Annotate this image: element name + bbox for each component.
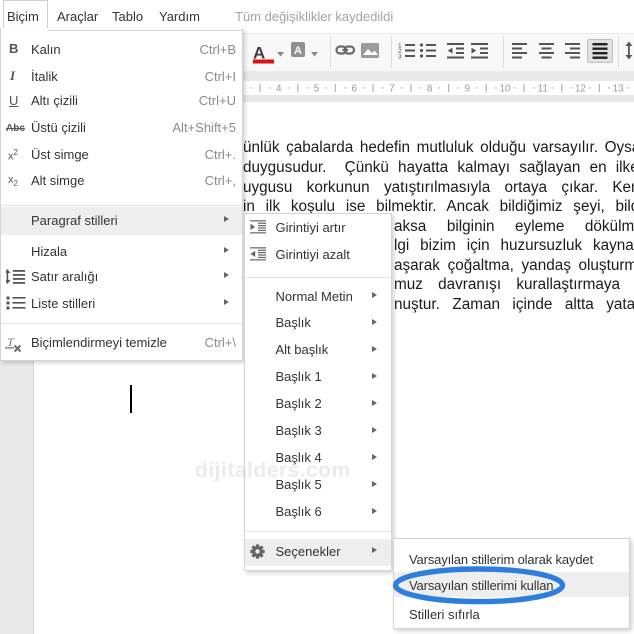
svg-text:13: 13: [613, 84, 625, 95]
svg-text:7: 7: [389, 84, 395, 95]
svg-text:6: 6: [351, 84, 357, 95]
svg-text:12: 12: [575, 84, 587, 95]
svg-text:9: 9: [465, 84, 471, 95]
svg-text:T: T: [7, 336, 15, 349]
svg-text:4: 4: [276, 84, 282, 95]
svg-text:8: 8: [427, 84, 433, 95]
svg-text:A: A: [294, 45, 302, 57]
svg-text:3: 3: [398, 54, 402, 61]
svg-text:5: 5: [314, 84, 320, 95]
svg-text:10: 10: [499, 84, 511, 95]
svg-text:11: 11: [538, 84, 549, 95]
